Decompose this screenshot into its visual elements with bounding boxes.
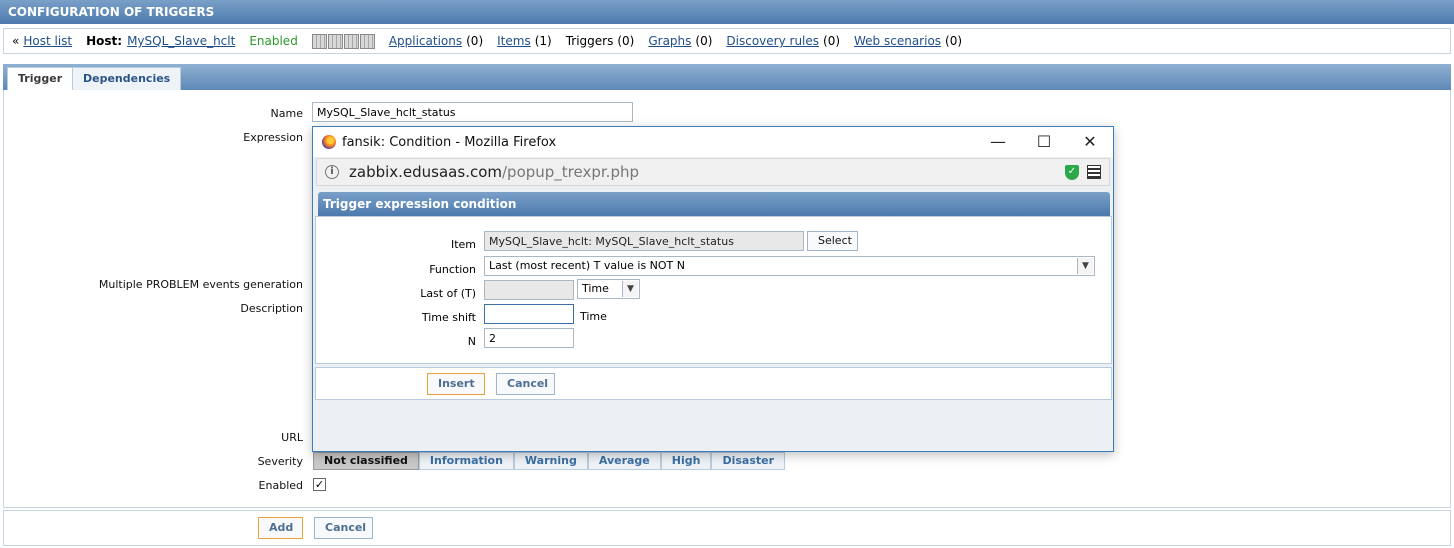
enabled-label: Enabled	[258, 479, 303, 492]
items-link[interactable]: Items	[497, 34, 531, 48]
time-shift-unit: Time	[580, 310, 607, 323]
popup-titlebar: fansik: Condition - Mozilla Firefox — ☐ …	[313, 127, 1113, 157]
function-select[interactable]: Last (most recent) T value is NOT N ▼	[484, 256, 1095, 276]
back-arrow-icon: «	[12, 34, 20, 48]
n-input[interactable]	[484, 328, 574, 348]
last-of-input[interactable]	[484, 280, 574, 300]
severity-average[interactable]: Average	[587, 452, 661, 470]
last-of-unit-value: Time	[582, 282, 609, 295]
multiple-problem-label: Multiple PROBLEM events generation	[98, 278, 303, 291]
item-input[interactable]	[484, 231, 804, 251]
qr-code-icon[interactable]	[1087, 165, 1101, 179]
url-label: URL	[281, 431, 303, 444]
cancel-button[interactable]: Cancel	[314, 517, 373, 539]
tab-dependencies[interactable]: Dependencies	[72, 67, 182, 90]
time-shift-label: Time shift	[421, 311, 476, 324]
popup-footer: Insert Cancel	[315, 367, 1112, 400]
function-label: Function	[429, 263, 476, 276]
host-label: Host:	[86, 34, 123, 48]
last-of-label: Last of (T)	[420, 287, 476, 300]
discovery-count: (0)	[823, 34, 841, 48]
severity-information[interactable]: Information	[418, 452, 514, 470]
host-status[interactable]: Enabled	[249, 34, 298, 48]
enabled-checkbox[interactable]: ✓	[313, 478, 326, 491]
web-count: (0)	[945, 34, 963, 48]
firefox-icon	[322, 135, 336, 149]
insert-button[interactable]: Insert	[427, 373, 485, 395]
condition-popup-window: fansik: Condition - Mozilla Firefox — ☐ …	[312, 126, 1114, 452]
url-bar[interactable]: i zabbix.edusaas.com/popup_trexpr.php ✓	[316, 158, 1110, 186]
zabbix-agent-icon	[311, 33, 327, 49]
popup-header: Trigger expression condition	[318, 192, 1110, 216]
graphs-count: (0)	[695, 34, 713, 48]
availability-icons	[311, 33, 375, 49]
graphs-link[interactable]: Graphs	[648, 34, 691, 48]
time-shift-input[interactable]	[484, 304, 574, 324]
severity-warning[interactable]: Warning	[513, 452, 588, 470]
triggers-count: (0)	[617, 34, 635, 48]
chevron-down-icon: ▼	[1077, 258, 1093, 274]
page-title: CONFIGURATION OF TRIGGERS	[0, 0, 1454, 24]
discovery-rules-link[interactable]: Discovery rules	[726, 34, 819, 48]
host-list-link[interactable]: Host list	[23, 34, 72, 48]
chevron-down-icon: ▼	[622, 281, 638, 297]
severity-disaster[interactable]: Disaster	[711, 452, 786, 470]
minimize-icon[interactable]: —	[975, 127, 1021, 157]
host-navigation: « Host list Host: MySQL_Slave_hclt Enabl…	[3, 28, 1451, 54]
function-value: Last (most recent) T value is NOT N	[489, 259, 685, 272]
url-path: /popup_trexpr.php	[502, 163, 639, 181]
close-icon[interactable]: ✕	[1067, 127, 1113, 157]
severity-high[interactable]: High	[660, 452, 712, 470]
maximize-icon[interactable]: ☐	[1021, 127, 1067, 157]
condition-form: Item Select Function Last (most recent) …	[315, 216, 1112, 364]
snmp-icon	[327, 33, 343, 49]
ipmi-icon	[359, 33, 375, 49]
name-input[interactable]	[312, 102, 633, 122]
host-name-link[interactable]: MySQL_Slave_hclt	[127, 34, 235, 48]
info-icon[interactable]: i	[325, 165, 339, 179]
popup-cancel-button[interactable]: Cancel	[496, 373, 555, 395]
severity-selector: Not classified Information Warning Avera…	[313, 452, 786, 470]
popup-window-title: fansik: Condition - Mozilla Firefox	[342, 134, 557, 150]
triggers-current: Triggers	[565, 34, 614, 48]
add-button[interactable]: Add	[258, 517, 303, 539]
severity-not-classified[interactable]: Not classified	[313, 452, 419, 470]
applications-link[interactable]: Applications	[389, 34, 462, 48]
form-footer	[3, 510, 1451, 546]
n-label: N	[467, 335, 476, 348]
tabs-bar: Trigger Dependencies	[3, 64, 1451, 90]
expression-label: Expression	[243, 131, 303, 144]
severity-label: Severity	[257, 455, 303, 468]
name-label: Name	[270, 107, 303, 120]
item-label: Item	[450, 238, 476, 251]
jmx-icon	[343, 33, 359, 49]
url-host: zabbix.edusaas.com	[349, 163, 502, 181]
applications-count: (0)	[466, 34, 484, 48]
last-of-unit-select[interactable]: Time ▼	[577, 279, 640, 299]
items-count: (1)	[534, 34, 552, 48]
web-scenarios-link[interactable]: Web scenarios	[854, 34, 941, 48]
tab-trigger[interactable]: Trigger	[7, 67, 74, 90]
shield-icon[interactable]: ✓	[1065, 165, 1079, 180]
description-label: Description	[240, 302, 303, 315]
select-item-button[interactable]: Select	[807, 231, 858, 251]
